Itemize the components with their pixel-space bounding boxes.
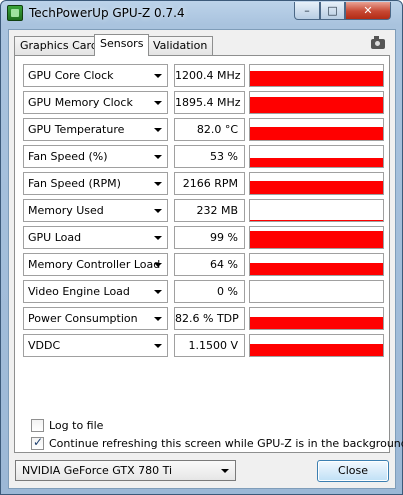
- gpu-select-value: NVIDIA GeForce GTX 780 Ti: [22, 464, 173, 477]
- sensor-graph: [249, 145, 384, 168]
- sensor-name-label: Video Engine Load: [28, 285, 130, 298]
- sensor-name-dropdown[interactable]: Video Engine Load: [23, 280, 168, 303]
- chevron-down-icon: [154, 101, 162, 105]
- minimize-button[interactable]: –: [294, 2, 320, 20]
- sensors-panel: GPU Core Clock 1200.4 MHz GPU Memory Clock…: [14, 55, 403, 453]
- close-window-button[interactable]: ✕: [345, 2, 391, 20]
- sensor-name-label: Memory Used: [28, 204, 104, 217]
- log-to-file-checkbox[interactable]: [31, 419, 44, 432]
- sensor-name-dropdown[interactable]: GPU Temperature: [23, 118, 168, 141]
- sensor-name-dropdown[interactable]: Fan Speed (RPM): [23, 172, 168, 195]
- sensor-name-label: Memory Controller Load: [28, 258, 161, 271]
- sensor-name-dropdown[interactable]: VDDC: [23, 334, 168, 357]
- sensor-graph: [249, 199, 384, 222]
- sensor-name-label: Fan Speed (RPM): [28, 177, 121, 190]
- tab-sensors[interactable]: Sensors: [94, 34, 150, 56]
- sensor-graph: [249, 91, 384, 114]
- sensor-graph-fill: [250, 180, 383, 194]
- sensor-value: 64 %: [174, 253, 245, 276]
- sensor-value: 232 MB: [174, 199, 245, 222]
- sensor-row: VDDC 1.1500 V: [23, 334, 384, 357]
- sensor-row: Memory Used 232 MB: [23, 199, 384, 222]
- sensor-name-dropdown[interactable]: GPU Core Clock: [23, 64, 168, 87]
- sensor-graph-fill: [250, 317, 383, 329]
- camera-icon[interactable]: [371, 36, 385, 49]
- tab-validation[interactable]: Validation: [147, 36, 214, 55]
- chevron-down-icon: [154, 263, 162, 267]
- sensor-name-dropdown[interactable]: GPU Load: [23, 226, 168, 249]
- gpu-z-app-icon[interactable]: [7, 5, 23, 21]
- sensor-name-label: VDDC: [28, 339, 61, 352]
- gpu-z-window: TechPowerUp GPU-Z 0.7.4 – □ ✕ Graphics C…: [0, 0, 403, 495]
- sensor-row: Fan Speed (%) 53 %: [23, 145, 384, 168]
- chevron-down-icon: [154, 317, 162, 321]
- sensor-row: Memory Controller Load 64 %: [23, 253, 384, 276]
- sensor-name-label: GPU Load: [28, 231, 82, 244]
- chevron-down-icon: [221, 469, 229, 473]
- client-area: Graphics Card Sensors Validation GPU Cor…: [8, 29, 403, 489]
- sensor-name-label: GPU Temperature: [28, 123, 125, 136]
- chevron-down-icon: [154, 290, 162, 294]
- sensor-row: Video Engine Load 0 %: [23, 280, 384, 303]
- sensor-name-dropdown[interactable]: Power Consumption: [23, 307, 168, 330]
- chevron-down-icon: [154, 344, 162, 348]
- sensor-graph: [249, 118, 384, 141]
- sensor-row: GPU Core Clock 1200.4 MHz: [23, 64, 384, 87]
- sensor-value: 1.1500 V: [174, 334, 245, 357]
- sensor-graph-fill: [250, 157, 383, 167]
- sensor-name-dropdown[interactable]: Memory Controller Load: [23, 253, 168, 276]
- chevron-down-icon: [154, 182, 162, 186]
- chevron-down-icon: [154, 155, 162, 159]
- sensor-graph: [249, 172, 384, 195]
- sensor-value: 1895.4 MHz: [174, 91, 245, 114]
- sensor-name-label: GPU Core Clock: [28, 69, 114, 82]
- sensor-name-dropdown[interactable]: Fan Speed (%): [23, 145, 168, 168]
- chevron-down-icon: [154, 209, 162, 213]
- gpu-select-dropdown[interactable]: NVIDIA GeForce GTX 780 Ti: [15, 460, 236, 481]
- sensor-value: 2166 RPM: [174, 172, 245, 195]
- chevron-down-icon: [154, 236, 162, 240]
- sensor-name-dropdown[interactable]: Memory Used: [23, 199, 168, 222]
- sensor-graph-fill: [250, 343, 383, 356]
- sensor-graph-fill: [250, 263, 383, 275]
- sensor-row: GPU Load 99 %: [23, 226, 384, 249]
- sensor-graph: [249, 226, 384, 249]
- sensor-name-label: Fan Speed (%): [28, 150, 108, 163]
- sensor-graph-fill: [250, 96, 383, 113]
- sensor-name-label: Power Consumption: [28, 312, 138, 325]
- sensor-graph: [249, 280, 384, 303]
- sensor-name-dropdown[interactable]: GPU Memory Clock: [23, 91, 168, 114]
- sensor-row: Fan Speed (RPM) 2166 RPM: [23, 172, 384, 195]
- maximize-button[interactable]: □: [320, 2, 345, 20]
- tab-graphics-card[interactable]: Graphics Card: [14, 36, 104, 55]
- sensor-value: 53 %: [174, 145, 245, 168]
- sensor-name-label: GPU Memory Clock: [28, 96, 133, 109]
- sensor-row: GPU Memory Clock 1895.4 MHz: [23, 91, 384, 114]
- sensor-graph-fill: [250, 219, 383, 221]
- sensor-row: Power Consumption 82.6 % TDP: [23, 307, 384, 330]
- sensor-graph: [249, 64, 384, 87]
- sensor-graph: [249, 334, 384, 357]
- continue-refreshing-label: Continue refreshing this screen while GP…: [49, 437, 403, 450]
- close-button[interactable]: Close: [317, 460, 389, 482]
- sensor-value: 0 %: [174, 280, 245, 303]
- sensor-graph: [249, 253, 384, 276]
- window-title: TechPowerUp GPU-Z 0.7.4: [29, 6, 185, 20]
- sensor-value: 1200.4 MHz: [174, 64, 245, 87]
- sensor-row: GPU Temperature 82.0 °C: [23, 118, 384, 141]
- sensor-value: 82.0 °C: [174, 118, 245, 141]
- sensor-graph-fill: [250, 127, 383, 140]
- sensor-graph-fill: [250, 70, 383, 86]
- continue-refreshing-checkbox[interactable]: [31, 435, 44, 450]
- chevron-down-icon: [154, 74, 162, 78]
- sensor-value: 82.6 % TDP: [174, 307, 245, 330]
- sensor-graph: [249, 307, 384, 330]
- sensor-graph-fill: [250, 231, 383, 248]
- log-to-file-label: Log to file: [49, 419, 104, 432]
- sensor-value: 99 %: [174, 226, 245, 249]
- chevron-down-icon: [154, 128, 162, 132]
- title-bar[interactable]: TechPowerUp GPU-Z 0.7.4 – □ ✕: [1, 1, 402, 27]
